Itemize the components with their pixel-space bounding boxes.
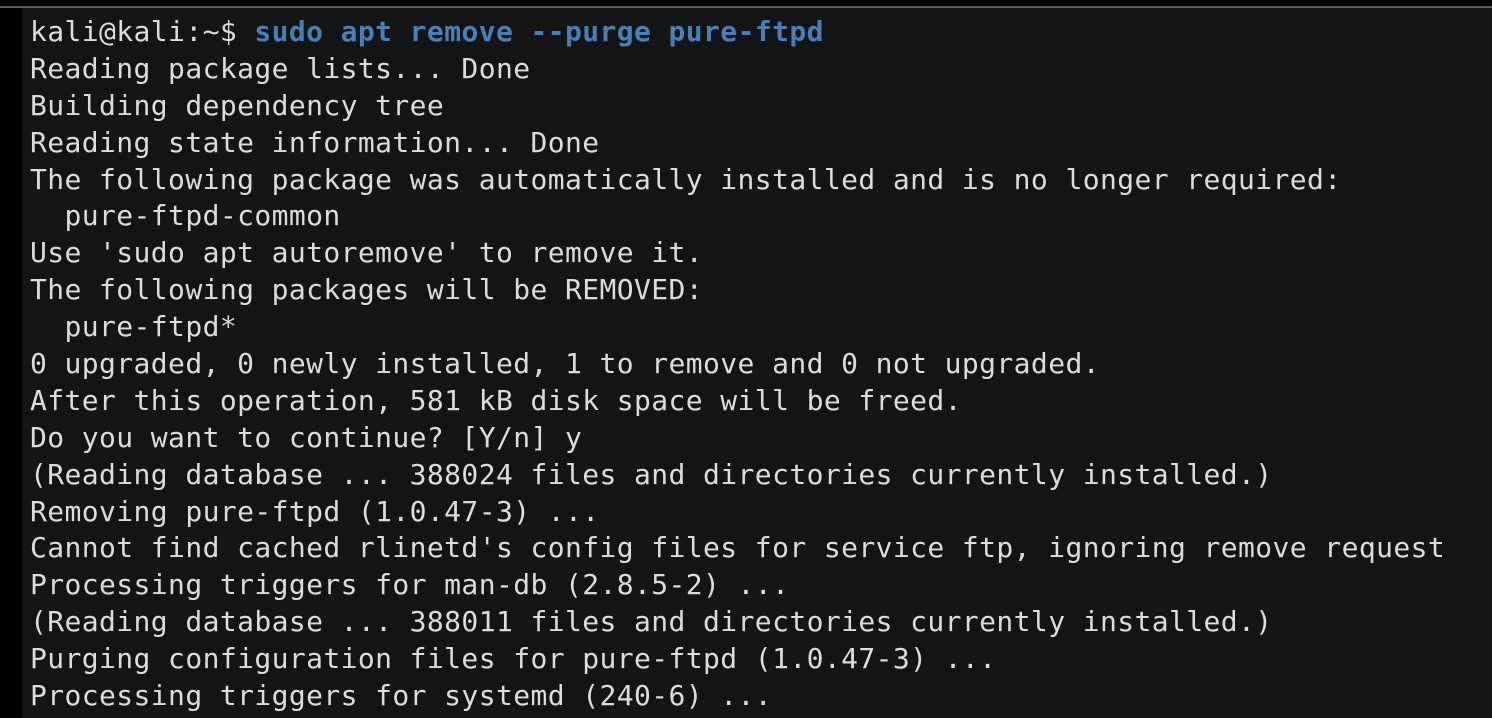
output-line: Reading package lists... Done [30, 51, 531, 85]
output-line: Cannot find cached rlinetd's config file… [30, 531, 1446, 565]
screen: kali@kali:~$ sudo apt remove --purge pur… [0, 0, 1492, 718]
output-line: Removing pure-ftpd (1.0.47-3) ... [30, 494, 600, 528]
typed-command: sudo apt remove --purge pure-ftpd [254, 15, 824, 48]
terminal-window[interactable]: kali@kali:~$ sudo apt remove --purge pur… [22, 8, 1492, 718]
output-line: (Reading database ... 388011 files and d… [30, 605, 1273, 639]
output-line: Processing triggers for man-db (2.8.5-2)… [30, 568, 790, 602]
output-line: 0 upgraded, 0 newly installed, 1 to remo… [30, 347, 1100, 381]
command-line: kali@kali:~$ sudo apt remove --purge pur… [30, 14, 1445, 51]
output-line: Do you want to continue? [Y/n] y [30, 420, 583, 454]
output-line: After this operation, 581 kB disk space … [30, 383, 962, 417]
output-line: Use 'sudo apt autoremove' to remove it. [30, 236, 704, 270]
output-line: Processing triggers for systemd (240-6) … [30, 679, 773, 713]
output-line: Reading state information... Done [30, 125, 600, 159]
output-line: The following package was automatically … [30, 162, 1342, 196]
shell-prompt: kali@kali:~$ [30, 15, 255, 48]
output-line: (Reading database ... 388024 files and d… [30, 457, 1273, 491]
terminal-output: kali@kali:~$ sudo apt remove --purge pur… [30, 14, 1445, 715]
output-line: Purging configuration files for pure-ftp… [30, 642, 997, 676]
output-line: The following packages will be REMOVED: [30, 273, 704, 307]
output-line: pure-ftpd-common [30, 199, 341, 233]
output-line: Building dependency tree [30, 88, 445, 122]
output-line: pure-ftpd* [30, 310, 238, 344]
